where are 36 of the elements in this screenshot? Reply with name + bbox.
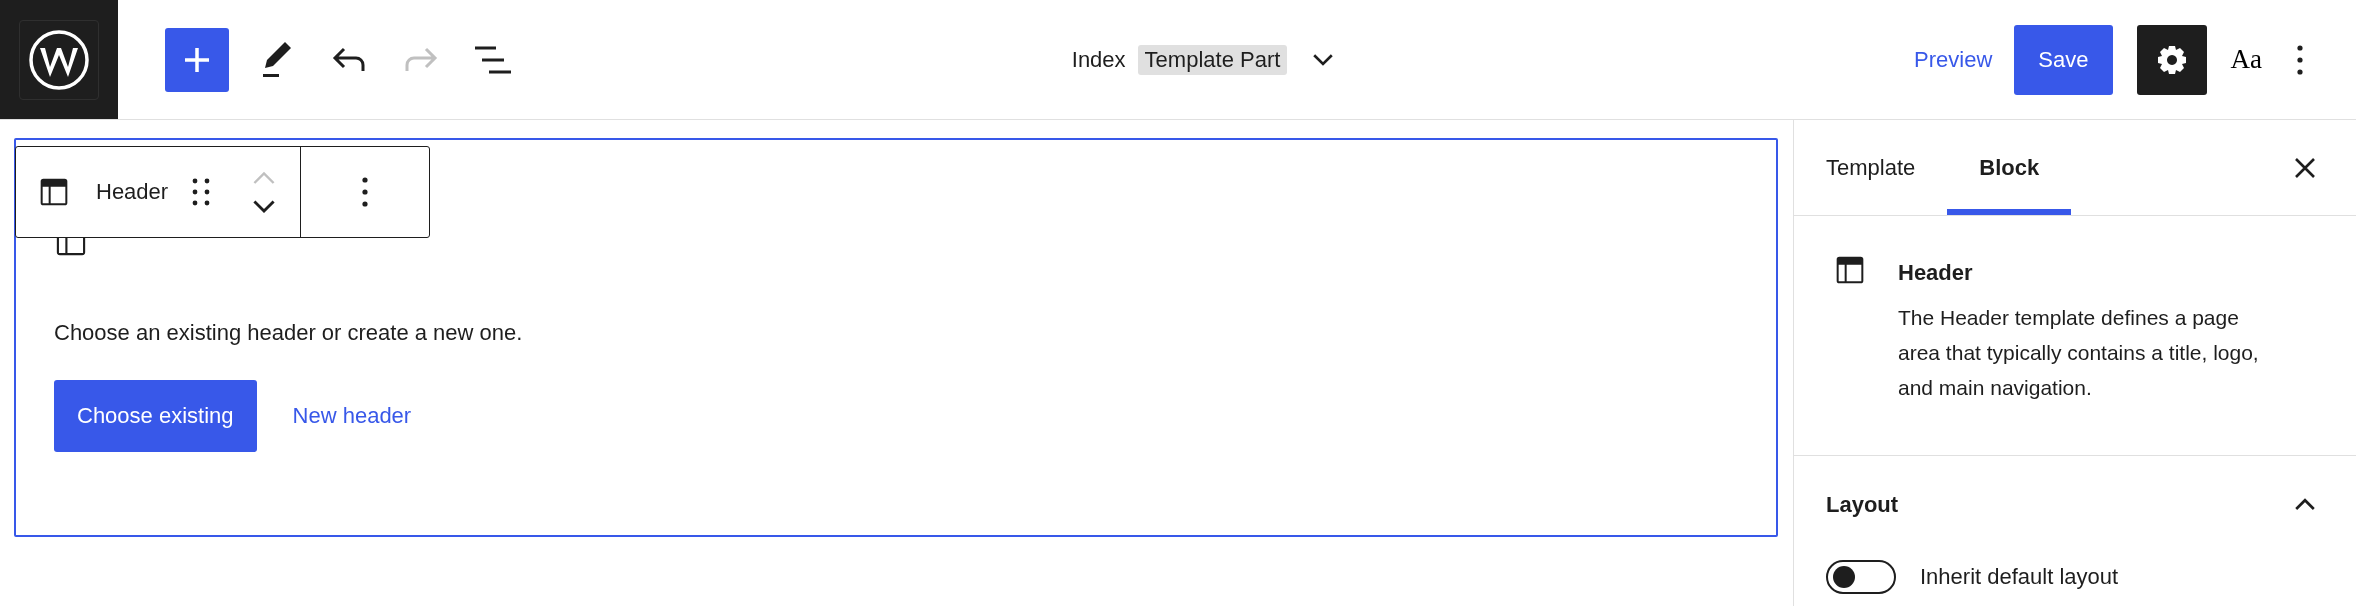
chevron-up-icon [252, 170, 277, 186]
chevron-down-icon [252, 198, 277, 214]
list-view-icon [474, 45, 512, 74]
add-block-button[interactable] [165, 27, 229, 92]
drag-handle-icon[interactable] [192, 178, 211, 206]
new-header-link[interactable]: New header [280, 403, 424, 429]
template-part-icon [38, 176, 70, 208]
sidebar-tab[interactable]: Template [1794, 120, 1948, 215]
toggle-label: Inherit default layout [1920, 564, 2119, 590]
settings-button[interactable] [2136, 24, 2207, 95]
wordpress-logo-icon [28, 28, 90, 91]
more-options-icon [362, 177, 369, 207]
block-type-label: Header [96, 179, 169, 205]
block-instructions: Choose an existing header or create a new one. [54, 319, 524, 347]
sidebar-tab[interactable]: Block [1947, 120, 2072, 215]
preview-button[interactable]: Preview [1902, 46, 2005, 73]
chevron-down-icon [1312, 52, 1335, 67]
pen-icon [261, 39, 293, 80]
site-logo-button[interactable] [19, 19, 99, 100]
toggle-switch[interactable] [1826, 560, 1896, 594]
undo-icon [332, 46, 366, 73]
document-title: Index [1071, 46, 1126, 73]
block-card-title: Header [1898, 260, 1974, 286]
save-button[interactable]: Save [2014, 24, 2113, 95]
more-options-icon [2297, 44, 2303, 75]
choose-existing-button[interactable]: Choose existing [54, 380, 257, 452]
settings-icon [2156, 44, 2187, 75]
block-card-description: The Header template defines a page area that typically contains a title, logo, and main navigation. [1898, 305, 2260, 401]
header-block[interactable]: Choose an existing header or create a new one. Choose existing New header Header [14, 138, 1778, 537]
close-icon [2294, 156, 2316, 179]
close-button[interactable] [2294, 156, 2316, 179]
template-part-icon [1834, 254, 1866, 286]
styles-button[interactable]: Aa [2216, 44, 2276, 75]
template-type-badge: Template Part [1137, 44, 1288, 75]
panel-header[interactable]: Layout [1826, 492, 2316, 518]
redo-icon [404, 46, 438, 73]
